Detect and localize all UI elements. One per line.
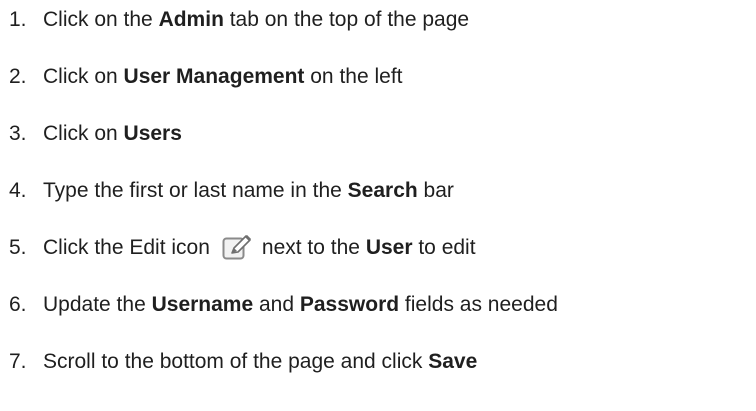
step-text: Click on the bbox=[43, 8, 159, 31]
step-number: 5. bbox=[9, 236, 27, 259]
step-3: 3. Click on Users bbox=[9, 118, 182, 150]
step-text: Scroll to the bottom of the page and cli… bbox=[43, 350, 429, 373]
step-4: 4. Type the first or last name in the Se… bbox=[9, 175, 454, 207]
step-text: bar bbox=[417, 179, 454, 202]
edit-icon bbox=[222, 234, 252, 262]
step-keyword: Users bbox=[123, 122, 182, 145]
step-keyword: Password bbox=[299, 293, 400, 316]
step-number: 6. bbox=[9, 293, 27, 316]
step-text: Update the bbox=[43, 293, 152, 316]
step-text: tab on the top of the page bbox=[223, 8, 470, 31]
step-6: 6. Update the Username and Password fiel… bbox=[9, 289, 558, 321]
step-number: 4. bbox=[9, 179, 27, 202]
step-text: and bbox=[253, 293, 300, 316]
instruction-list: 1. Click on the Admin tab on the top of … bbox=[0, 0, 756, 411]
step-text: next to the bbox=[261, 236, 366, 259]
step-text: Click on bbox=[43, 65, 124, 88]
step-text: Type the first or last name in the bbox=[43, 179, 348, 202]
step-keyword: Search bbox=[347, 179, 418, 202]
step-text: fields as needed bbox=[399, 293, 558, 316]
step-text: to edit bbox=[412, 236, 476, 259]
step-text: Click the Edit icon bbox=[43, 236, 210, 259]
step-number: 7. bbox=[9, 350, 27, 373]
step-keyword: Save bbox=[428, 350, 478, 373]
step-keyword: User bbox=[365, 236, 413, 259]
step-7: 7. Scroll to the bottom of the page and … bbox=[9, 346, 477, 378]
step-keyword: Admin bbox=[158, 8, 224, 31]
step-number: 2. bbox=[9, 65, 27, 88]
step-number: 3. bbox=[9, 122, 27, 145]
step-keyword: User Management bbox=[123, 65, 305, 88]
step-number: 1. bbox=[9, 8, 27, 31]
step-keyword: Username bbox=[151, 293, 254, 316]
step-1: 1. Click on the Admin tab on the top of … bbox=[9, 4, 469, 36]
step-text: Click on bbox=[43, 122, 124, 145]
step-2: 2. Click on User Management on the left bbox=[9, 61, 403, 93]
step-5: 5. Click the Edit icon next to the User … bbox=[9, 232, 476, 264]
step-text: on the left bbox=[304, 65, 403, 88]
